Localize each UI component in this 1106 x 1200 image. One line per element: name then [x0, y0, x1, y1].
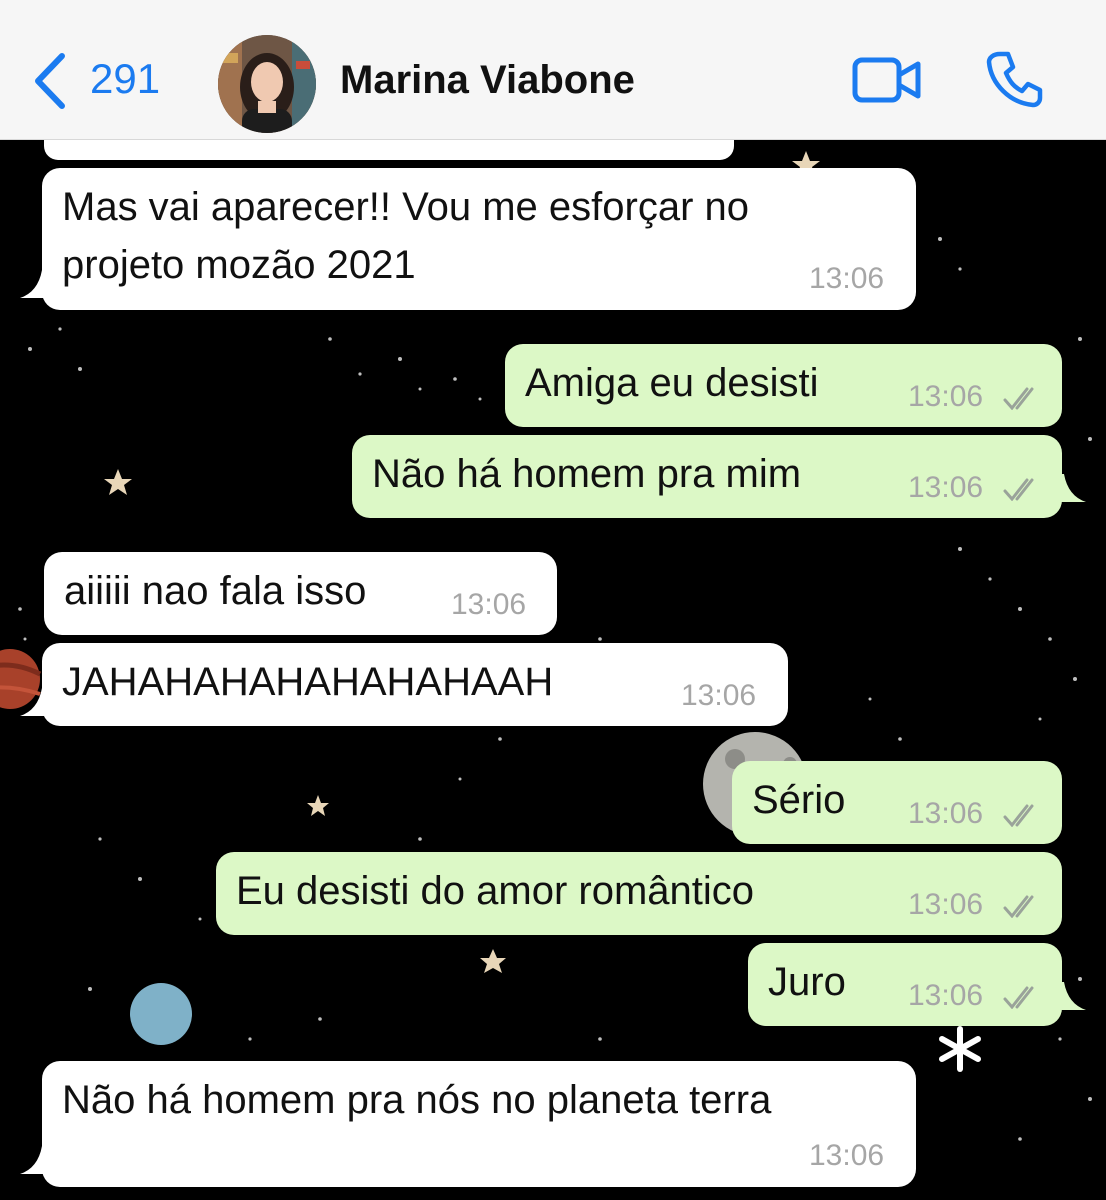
- bubble-tail: [1056, 982, 1086, 1010]
- chat-header: 291 Marina Viabone: [0, 0, 1106, 140]
- message-text: Juro: [768, 960, 846, 1004]
- bubble-tail: [20, 270, 50, 298]
- message-text: Eu desisti do amor romântico: [236, 869, 755, 913]
- unread-count[interactable]: 291: [90, 58, 160, 100]
- message-bubble[interactable]: Sério 13:06: [732, 761, 1062, 844]
- bubble-tail: [20, 688, 50, 716]
- message-time: 13:06: [451, 588, 527, 621]
- message-bubble[interactable]: Eu desisti do amor romântico 13:06: [216, 852, 1062, 935]
- message-text: Não há homem pra mim: [372, 452, 802, 496]
- message-time: 13:06: [908, 888, 984, 921]
- phone-icon: [986, 51, 1043, 108]
- double-check-icon: [1003, 895, 1034, 918]
- video-call-icon: [852, 57, 921, 103]
- message-bubble[interactable]: Juro 13:06: [748, 943, 1062, 1026]
- back-button[interactable]: [30, 52, 70, 110]
- message-text: Mas vai aparecer!! Vou me esforçar no pr…: [62, 185, 749, 287]
- double-check-icon: [1003, 478, 1034, 501]
- contact-name[interactable]: Marina Viabone: [340, 60, 635, 100]
- message-text: aiiiii nao fala isso: [64, 569, 367, 613]
- bubble-tail: [20, 1146, 50, 1174]
- message-text: Não há homem pra nós no planeta terra: [62, 1078, 772, 1122]
- message-time: 13:06: [908, 380, 984, 413]
- message-text: Amiga eu desisti: [525, 361, 819, 405]
- message-bubble[interactable]: Amiga eu desisti 13:06: [505, 344, 1062, 427]
- bubble-tail: [1056, 474, 1086, 502]
- message-bubble[interactable]: Não há homem pra mim 13:06: [352, 435, 1062, 518]
- message-bubble[interactable]: Mas vai aparecer!! Vou me esforçar no pr…: [42, 168, 916, 310]
- chevron-left-icon: [35, 53, 65, 109]
- message-bubble[interactable]: JAHAHAHAHAHAHAHAAH 13:06: [42, 643, 788, 726]
- avatar[interactable]: [218, 35, 316, 133]
- message-time: 13:06: [908, 979, 984, 1012]
- voice-call-button[interactable]: [986, 50, 1044, 108]
- message-text: Sério: [752, 778, 846, 822]
- message-text: JAHAHAHAHAHAHAHAAH: [62, 660, 554, 704]
- message-bubble[interactable]: aiiiii nao fala isso 13:06: [44, 552, 557, 635]
- message-time: 13:06: [809, 262, 885, 295]
- message-time: 13:06: [908, 471, 984, 504]
- double-check-icon: [1003, 804, 1034, 827]
- double-check-icon: [1003, 387, 1034, 410]
- message-time: 13:06: [908, 797, 984, 830]
- message-bubble[interactable]: Não há homem pra nós no planeta terra 13…: [42, 1061, 916, 1187]
- double-check-icon: [1003, 986, 1034, 1009]
- message-time: 13:06: [809, 1139, 885, 1172]
- message-time: 13:06: [681, 679, 757, 712]
- video-call-button[interactable]: [852, 55, 922, 105]
